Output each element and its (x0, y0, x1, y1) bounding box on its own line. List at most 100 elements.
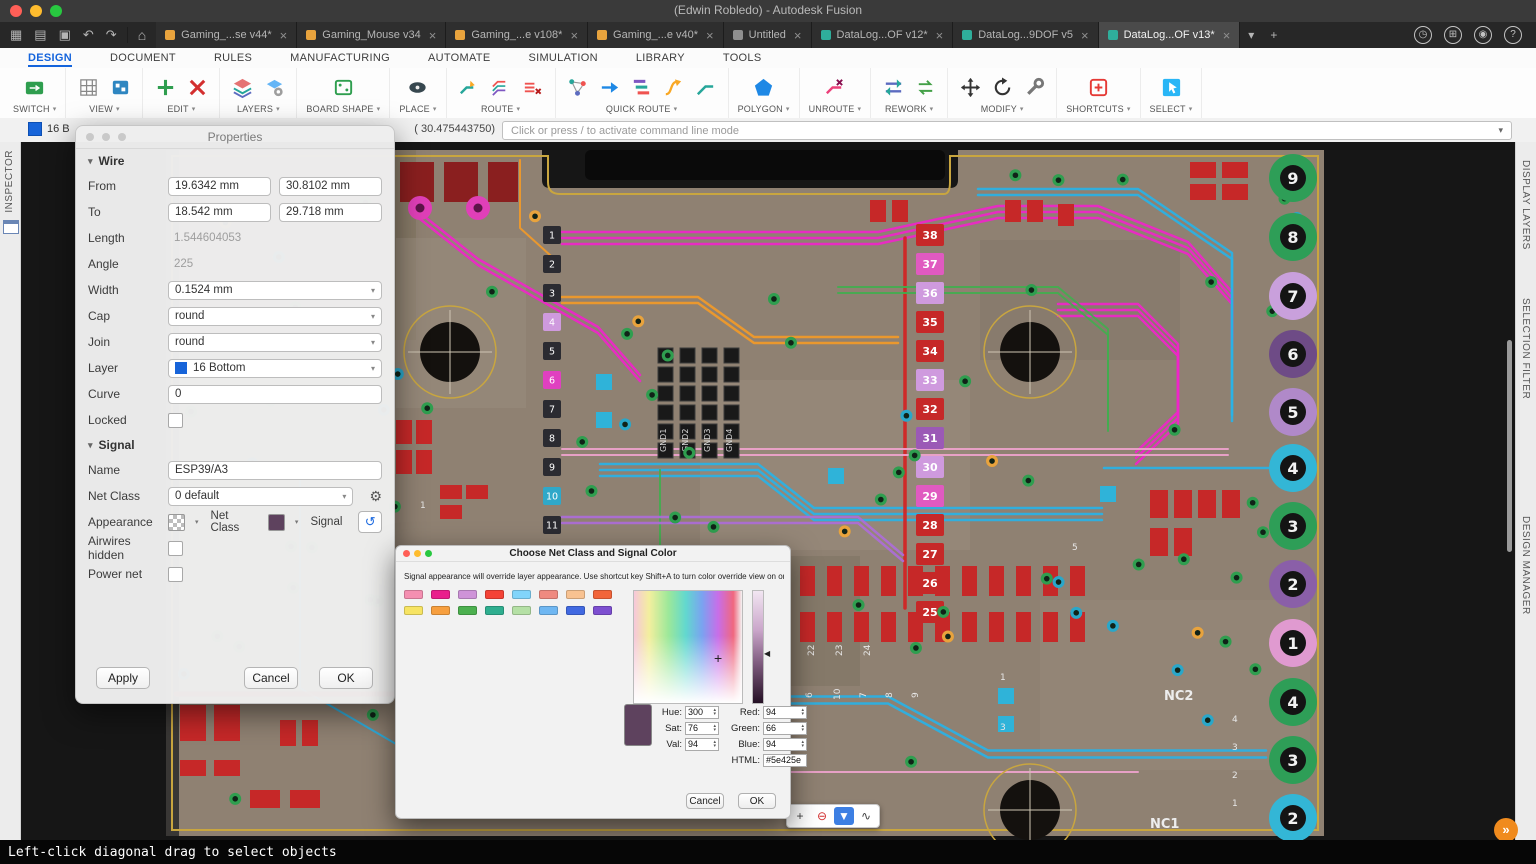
menu-tools[interactable]: TOOLS (723, 50, 762, 67)
pcb-pad[interactable] (1198, 490, 1216, 518)
pcb-pad[interactable] (596, 412, 612, 428)
wrench-icon[interactable] (1021, 74, 1047, 100)
green-input[interactable]: 66▴▾ (763, 722, 807, 735)
shortcuts-icon[interactable] (1085, 74, 1111, 100)
file-panel-icon[interactable]: ▤ (34, 22, 46, 48)
pcb-pad[interactable] (280, 720, 296, 746)
pcb-pad[interactable] (1222, 490, 1240, 518)
canvas-scrollbar[interactable] (1507, 340, 1512, 552)
signal-color-swatch[interactable] (268, 514, 285, 531)
pcb-pad[interactable] (444, 162, 478, 202)
tab-list-dropdown-icon[interactable]: ▾ (1240, 28, 1262, 42)
color-swatch[interactable] (539, 590, 558, 599)
color-swatch[interactable] (539, 606, 558, 615)
pcb-pad[interactable] (881, 612, 896, 642)
document-tab[interactable]: Gaming_...e v40*× (588, 22, 724, 48)
view-board-icon[interactable] (107, 74, 133, 100)
zoom-icon[interactable] (425, 550, 432, 557)
pcb-pad[interactable] (290, 790, 320, 808)
close-tab-icon[interactable]: × (280, 28, 288, 43)
sat-input[interactable]: 76▴▾ (685, 722, 719, 735)
pcb-pad[interactable] (1150, 528, 1168, 556)
net-class-settings-icon[interactable]: ⚙ (369, 488, 382, 505)
quick-route2-icon[interactable] (661, 74, 687, 100)
pcb-pad[interactable] (1016, 566, 1031, 596)
rotate-icon[interactable] (989, 74, 1015, 100)
pcb-pad[interactable] (989, 612, 1004, 642)
pcb-pad[interactable] (1190, 184, 1216, 200)
curve-input[interactable]: 0 (168, 385, 382, 404)
remove-from-selection-icon[interactable]: ⊖ (812, 807, 832, 825)
document-tab[interactable]: Gaming_...e v108*× (446, 22, 588, 48)
cap-select[interactable]: round▾ (168, 307, 382, 326)
pcb-pad[interactable] (1070, 566, 1085, 596)
pcb-pad[interactable] (1150, 490, 1168, 518)
pcb-pad[interactable] (870, 200, 886, 222)
color-picker-cursor[interactable]: + (714, 653, 722, 663)
close-tab-icon[interactable]: × (570, 28, 578, 43)
sat-stepper[interactable]: ▴▾ (713, 724, 716, 733)
pcb-pad[interactable] (962, 566, 977, 596)
hue-input[interactable]: 300▴▾ (685, 706, 719, 719)
layer-settings-icon[interactable] (261, 74, 287, 100)
pcb-pad[interactable] (396, 450, 412, 474)
section-signal[interactable]: ▾ Signal (76, 433, 394, 457)
color-swatch[interactable] (593, 606, 612, 615)
unroute-icon[interactable] (822, 74, 848, 100)
pcb-pad[interactable] (1174, 490, 1192, 518)
pcb-pad[interactable] (989, 566, 1004, 596)
command-line-input[interactable]: Click or press / to activate command lin… (502, 121, 1512, 140)
slider-marker-icon[interactable]: ◀ (764, 649, 770, 658)
panel-tab-inspector[interactable]: INSPECTOR (4, 150, 15, 213)
value-slider[interactable] (752, 590, 764, 704)
net-class-color-swatch[interactable] (168, 514, 185, 531)
pcb-pad[interactable] (1100, 486, 1116, 502)
redo-icon[interactable]: ↷ (106, 22, 117, 48)
pcb-pad[interactable] (214, 760, 240, 776)
layer-select[interactable]: 16 Bottom ▾ (168, 359, 382, 378)
move-icon[interactable] (957, 74, 983, 100)
color-swatch[interactable] (566, 590, 585, 599)
selection-filter-icon[interactable]: ▼ (834, 807, 854, 825)
color-swatch[interactable] (431, 590, 450, 599)
document-tab[interactable]: Untitled× (724, 22, 812, 48)
close-tab-icon[interactable]: × (936, 28, 944, 43)
hue-stepper[interactable]: ▴▾ (713, 708, 716, 717)
menu-rules[interactable]: RULES (214, 50, 252, 67)
pcb-pad[interactable] (180, 705, 206, 741)
cancel-button[interactable]: Cancel (244, 667, 298, 689)
close-tab-icon[interactable]: × (429, 28, 437, 43)
pcb-pad[interactable] (416, 450, 432, 474)
from-x-input[interactable]: 19.6342 mm (168, 177, 271, 196)
home-icon[interactable]: ⌂ (127, 27, 156, 43)
place-pad-icon[interactable] (405, 74, 431, 100)
add-icon[interactable] (152, 74, 178, 100)
menu-manufacturing[interactable]: MANUFACTURING (290, 50, 390, 67)
pcb-pad[interactable] (1174, 528, 1192, 556)
red-stepper[interactable]: ▴▾ (801, 708, 804, 717)
undo-icon[interactable]: ↶ (83, 22, 94, 48)
pcb-pad[interactable] (302, 720, 318, 746)
help-icon[interactable]: ? (1504, 26, 1522, 44)
color-swatch[interactable] (404, 590, 423, 599)
dialog-cancel-button[interactable]: Cancel (686, 793, 724, 809)
menu-library[interactable]: LIBRARY (636, 50, 685, 67)
color-swatch[interactable] (458, 606, 477, 615)
quick-arrow-icon[interactable] (597, 74, 623, 100)
menu-automate[interactable]: AUTOMATE (428, 50, 491, 67)
pcb-pad[interactable] (1043, 612, 1058, 642)
board-shape-icon[interactable] (330, 74, 356, 100)
pcb-pad[interactable] (466, 485, 488, 499)
pcb-pad[interactable] (1027, 200, 1043, 222)
close-tab-icon[interactable]: × (706, 28, 714, 43)
blue-input[interactable]: 94▴▾ (763, 738, 807, 751)
route-icon[interactable] (456, 74, 482, 100)
signal-name-input[interactable]: ESP39/A3 (168, 461, 382, 480)
document-tab[interactable]: DataLog...OF v12*× (812, 22, 954, 48)
color-dialog-titlebar[interactable]: Choose Net Class and Signal Color (396, 546, 790, 562)
color-swatch[interactable] (593, 590, 612, 599)
pcb-pad[interactable] (416, 420, 432, 444)
pcb-pad[interactable] (1005, 200, 1021, 222)
color-swatch[interactable] (485, 606, 504, 615)
switch-icon[interactable] (22, 74, 48, 100)
